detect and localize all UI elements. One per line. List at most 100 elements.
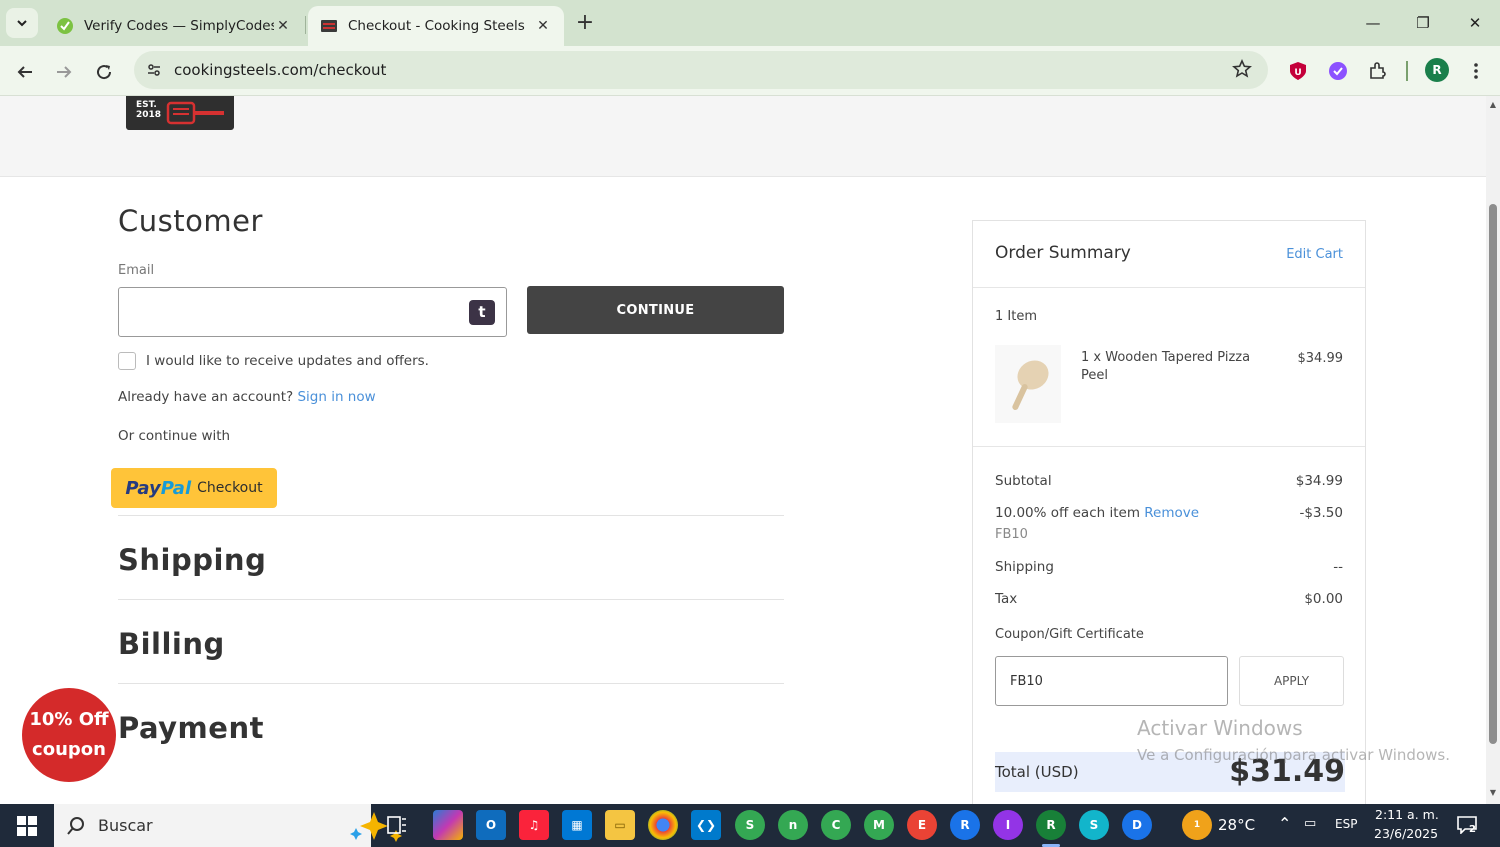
chrome-profile-r2-icon[interactable]: R bbox=[1036, 810, 1066, 840]
search-icon bbox=[67, 817, 84, 835]
outlook-icon[interactable]: O bbox=[476, 810, 506, 840]
notifications-icon[interactable]: 2 bbox=[1452, 810, 1482, 840]
shipping-label: Shipping bbox=[995, 559, 1054, 575]
summary-divider bbox=[973, 287, 1365, 288]
shipping-heading[interactable]: Shipping bbox=[118, 543, 266, 577]
close-tab-icon[interactable]: ✕ bbox=[534, 18, 552, 34]
discount-code: FB10 bbox=[995, 527, 1028, 542]
tab-search-button[interactable] bbox=[6, 8, 38, 38]
site-info-icon[interactable] bbox=[142, 58, 166, 82]
arrow-left-icon bbox=[17, 66, 32, 78]
windows-taskbar: Buscar O ♫ ▦ ▭ ❮❯ S n C M E R I R S D 1 … bbox=[0, 804, 1500, 847]
items-count: 1 Item bbox=[995, 309, 1037, 324]
chrome-profile-s2-icon[interactable]: S bbox=[1079, 810, 1109, 840]
profile-avatar[interactable]: R bbox=[1425, 58, 1449, 82]
autofill-t-icon[interactable]: t bbox=[469, 300, 495, 325]
start-button[interactable] bbox=[0, 804, 54, 847]
back-button[interactable] bbox=[11, 58, 39, 86]
chrome-icon[interactable] bbox=[648, 810, 678, 840]
apply-coupon-button[interactable]: APPLY bbox=[1239, 656, 1344, 706]
discount-row: 10.00% off each item Remove bbox=[995, 505, 1199, 521]
paypal-checkout-label: Checkout bbox=[197, 480, 263, 496]
weather-badge: 1 bbox=[1193, 820, 1201, 830]
search-text: Buscar bbox=[98, 816, 153, 835]
reload-button[interactable] bbox=[90, 58, 118, 86]
restore-button[interactable]: ❐ bbox=[1400, 8, 1446, 38]
order-summary-title: Order Summary bbox=[995, 243, 1131, 263]
itunes-music-icon[interactable]: ♫ bbox=[519, 810, 549, 840]
spatula-logo-icon bbox=[166, 101, 224, 125]
tab-simplycodes[interactable]: Verify Codes — SimplyCodes ✕ bbox=[44, 6, 304, 46]
forward-button[interactable] bbox=[50, 58, 78, 86]
windows-logo-icon bbox=[17, 815, 37, 836]
tab-title: Verify Codes — SimplyCodes bbox=[84, 18, 274, 34]
clock-date[interactable]: 23/6/2025 bbox=[1374, 826, 1438, 841]
address-bar[interactable]: cookingsteels.com/checkout bbox=[134, 51, 1268, 89]
remove-discount-link[interactable]: Remove bbox=[1144, 505, 1199, 521]
edit-cart-link[interactable]: Edit Cart bbox=[1286, 247, 1343, 262]
product-image bbox=[995, 345, 1061, 423]
cookingsteels-icon bbox=[321, 20, 337, 32]
pizza-peel-icon bbox=[1012, 360, 1049, 410]
menu-dots-icon[interactable] bbox=[1466, 58, 1486, 84]
cooking-steels-logo[interactable]: EST. 2018 bbox=[126, 96, 234, 130]
tab-cooking-steels[interactable]: Checkout - Cooking Steels ✕ bbox=[308, 6, 564, 46]
browser-toolbar: cookingsteels.com/checkout U R bbox=[0, 46, 1500, 96]
close-window-button[interactable]: ✕ bbox=[1452, 8, 1498, 38]
checkout-page: EST. 2018 Customer Email t CONTINUE I wo… bbox=[0, 96, 1486, 804]
coupon-badge-line2: coupon bbox=[32, 739, 106, 760]
extensions-puzzle-icon[interactable] bbox=[1366, 59, 1390, 83]
taskbar-search[interactable]: Buscar bbox=[54, 804, 402, 847]
paypal-checkout-button[interactable]: Pay Pal Checkout bbox=[111, 468, 277, 508]
bookmark-star-icon[interactable] bbox=[1232, 59, 1252, 83]
updates-label: I would like to receive updates and offe… bbox=[146, 353, 429, 369]
network-icon[interactable]: ▭ bbox=[1304, 816, 1316, 831]
updates-checkbox[interactable] bbox=[118, 352, 136, 370]
logo-est: EST. bbox=[136, 100, 157, 110]
continue-button[interactable]: CONTINUE bbox=[527, 286, 784, 334]
copilot-app-icon[interactable] bbox=[433, 810, 463, 840]
scroll-down-arrow-icon[interactable]: ▼ bbox=[1488, 788, 1498, 797]
toolbar-divider bbox=[1406, 61, 1408, 81]
chrome-profile-m-icon[interactable]: M bbox=[864, 810, 894, 840]
page-scrollbar[interactable]: ▲ ▼ bbox=[1486, 96, 1500, 804]
language-indicator[interactable]: ESP bbox=[1335, 817, 1357, 831]
chrome-profile-e-icon[interactable]: E bbox=[907, 810, 937, 840]
customer-heading: Customer bbox=[118, 204, 263, 238]
weather-temp[interactable]: 28°C bbox=[1218, 816, 1255, 834]
notification-count: 2 bbox=[1469, 824, 1476, 835]
chrome-profile-n-icon[interactable]: n bbox=[778, 810, 808, 840]
coupon-input[interactable] bbox=[995, 656, 1228, 706]
payment-heading[interactable]: Payment bbox=[118, 711, 264, 745]
weather-icon[interactable]: 1 bbox=[1182, 810, 1212, 840]
coupon-badge[interactable]: 10% Off coupon bbox=[22, 688, 116, 782]
vscode-icon[interactable]: ❮❯ bbox=[691, 810, 721, 840]
new-tab-button[interactable]: + bbox=[572, 10, 598, 36]
sign-in-link[interactable]: Sign in now bbox=[297, 389, 375, 405]
chrome-profile-r-icon[interactable]: R bbox=[950, 810, 980, 840]
total-label: Total (USD) bbox=[995, 763, 1079, 781]
reload-icon bbox=[97, 65, 112, 80]
ublock-extension-icon[interactable]: U bbox=[1286, 59, 1310, 83]
svg-text:U: U bbox=[1294, 68, 1301, 78]
billing-heading[interactable]: Billing bbox=[118, 627, 225, 661]
coupon-badge-line1: 10% Off bbox=[29, 709, 109, 730]
minimize-button[interactable]: — bbox=[1350, 8, 1396, 38]
chrome-profile-s-icon[interactable]: S bbox=[735, 810, 765, 840]
simplycodes-extension-icon[interactable] bbox=[1326, 59, 1350, 83]
task-view-icon[interactable] bbox=[382, 810, 412, 840]
chrome-profile-c-icon[interactable]: C bbox=[821, 810, 851, 840]
scroll-up-arrow-icon[interactable]: ▲ bbox=[1488, 100, 1498, 109]
chevron-up-icon[interactable]: ⌃ bbox=[1278, 814, 1291, 833]
microsoft-store-icon[interactable]: ▦ bbox=[562, 810, 592, 840]
chrome-profile-i-icon[interactable]: I bbox=[993, 810, 1023, 840]
discount-value: -$3.50 bbox=[1299, 505, 1343, 521]
browser-tab-bar: Verify Codes — SimplyCodes ✕ Checkout - … bbox=[0, 0, 1500, 46]
site-header: EST. 2018 bbox=[0, 96, 1486, 177]
chrome-profile-d-icon[interactable]: D bbox=[1122, 810, 1152, 840]
file-explorer-icon[interactable]: ▭ bbox=[605, 810, 635, 840]
clock-time[interactable]: 2:11 a. m. bbox=[1375, 807, 1439, 822]
email-field[interactable] bbox=[118, 287, 507, 337]
scrollbar-thumb[interactable] bbox=[1489, 204, 1497, 744]
close-tab-icon[interactable]: ✕ bbox=[274, 18, 292, 34]
